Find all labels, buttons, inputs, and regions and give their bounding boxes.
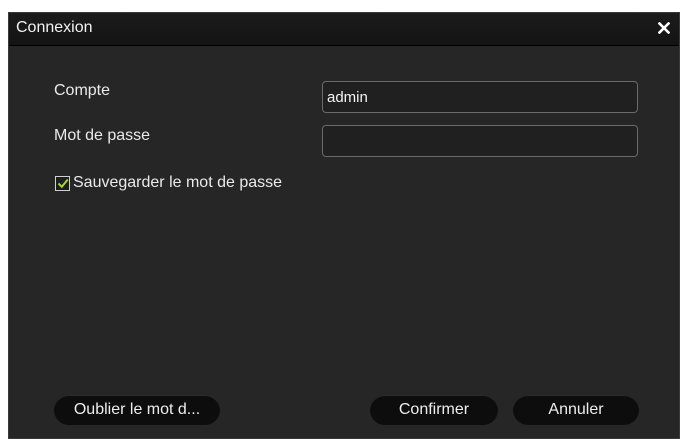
password-field[interactable] bbox=[322, 125, 638, 157]
cancel-button[interactable]: Annuler bbox=[513, 395, 639, 425]
confirm-button[interactable]: Confirmer bbox=[370, 395, 498, 425]
checkmark-icon bbox=[57, 178, 69, 188]
account-label: Compte bbox=[54, 82, 111, 99]
close-icon bbox=[658, 22, 670, 34]
dialog-title: Connexion bbox=[16, 19, 93, 36]
save-password-option[interactable]: Sauvegarder le mot de passe bbox=[55, 174, 282, 192]
save-password-label: Sauvegarder le mot de passe bbox=[73, 174, 283, 191]
password-label: Mot de passe bbox=[54, 127, 151, 144]
title-bar: Connexion bbox=[9, 13, 679, 46]
close-button[interactable] bbox=[653, 17, 675, 39]
forgot-password-button[interactable]: Oublier le mot d... bbox=[54, 395, 220, 425]
account-field[interactable] bbox=[322, 81, 638, 113]
save-password-checkbox[interactable] bbox=[55, 175, 70, 191]
login-dialog: Connexion Compte Mot de passe Sauvegarde… bbox=[8, 12, 680, 439]
